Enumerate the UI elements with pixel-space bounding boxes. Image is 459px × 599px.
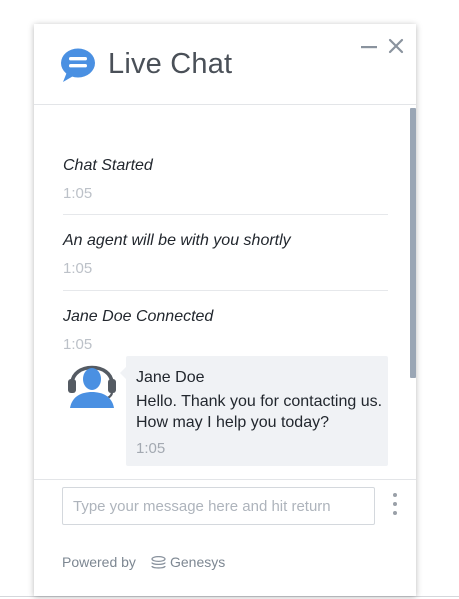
genesys-brand-link[interactable]: Genesys	[170, 554, 225, 570]
system-message-text: Jane Doe Connected	[63, 308, 214, 325]
more-dot	[393, 493, 397, 497]
powered-by-label: Powered by	[62, 554, 136, 570]
message-timestamp: 1:05	[63, 260, 93, 277]
page-bottom-line	[0, 596, 459, 597]
scrollbar-thumb[interactable]	[410, 108, 416, 378]
message-list[interactable]: Chat Started 1:05 An agent will be with …	[34, 105, 416, 479]
message-timestamp: 1:05	[63, 336, 93, 353]
more-dot	[393, 502, 397, 506]
agent-name: Jane Doe	[136, 369, 205, 386]
message-timestamp: 1:05	[63, 185, 93, 202]
minimize-icon[interactable]	[360, 38, 378, 56]
genesys-logo-icon	[151, 556, 166, 569]
message-divider	[63, 214, 388, 215]
message-divider	[63, 290, 388, 291]
chat-bubble-icon	[61, 48, 95, 82]
close-icon[interactable]	[387, 37, 405, 55]
more-vertical-icon[interactable]	[389, 492, 401, 518]
agent-message-text: Hello. Thank you for contacting us. How …	[136, 393, 383, 431]
message-input[interactable]	[62, 487, 375, 525]
system-message-text: Chat Started	[63, 157, 153, 174]
agent-message-bubble: Jane Doe Hello. Thank you for contacting…	[126, 356, 388, 466]
chat-header: Live Chat	[34, 24, 416, 105]
message-timestamp: 1:05	[136, 440, 166, 457]
composer: Powered by Genesys	[34, 479, 416, 596]
chat-title: Live Chat	[108, 48, 233, 80]
system-message-text: An agent will be with you shortly	[63, 232, 291, 249]
more-dot	[393, 511, 397, 515]
agent-headset-avatar-icon	[68, 365, 116, 408]
chat-widget: Live Chat Chat Started 1:05 An agent wil…	[34, 24, 416, 596]
